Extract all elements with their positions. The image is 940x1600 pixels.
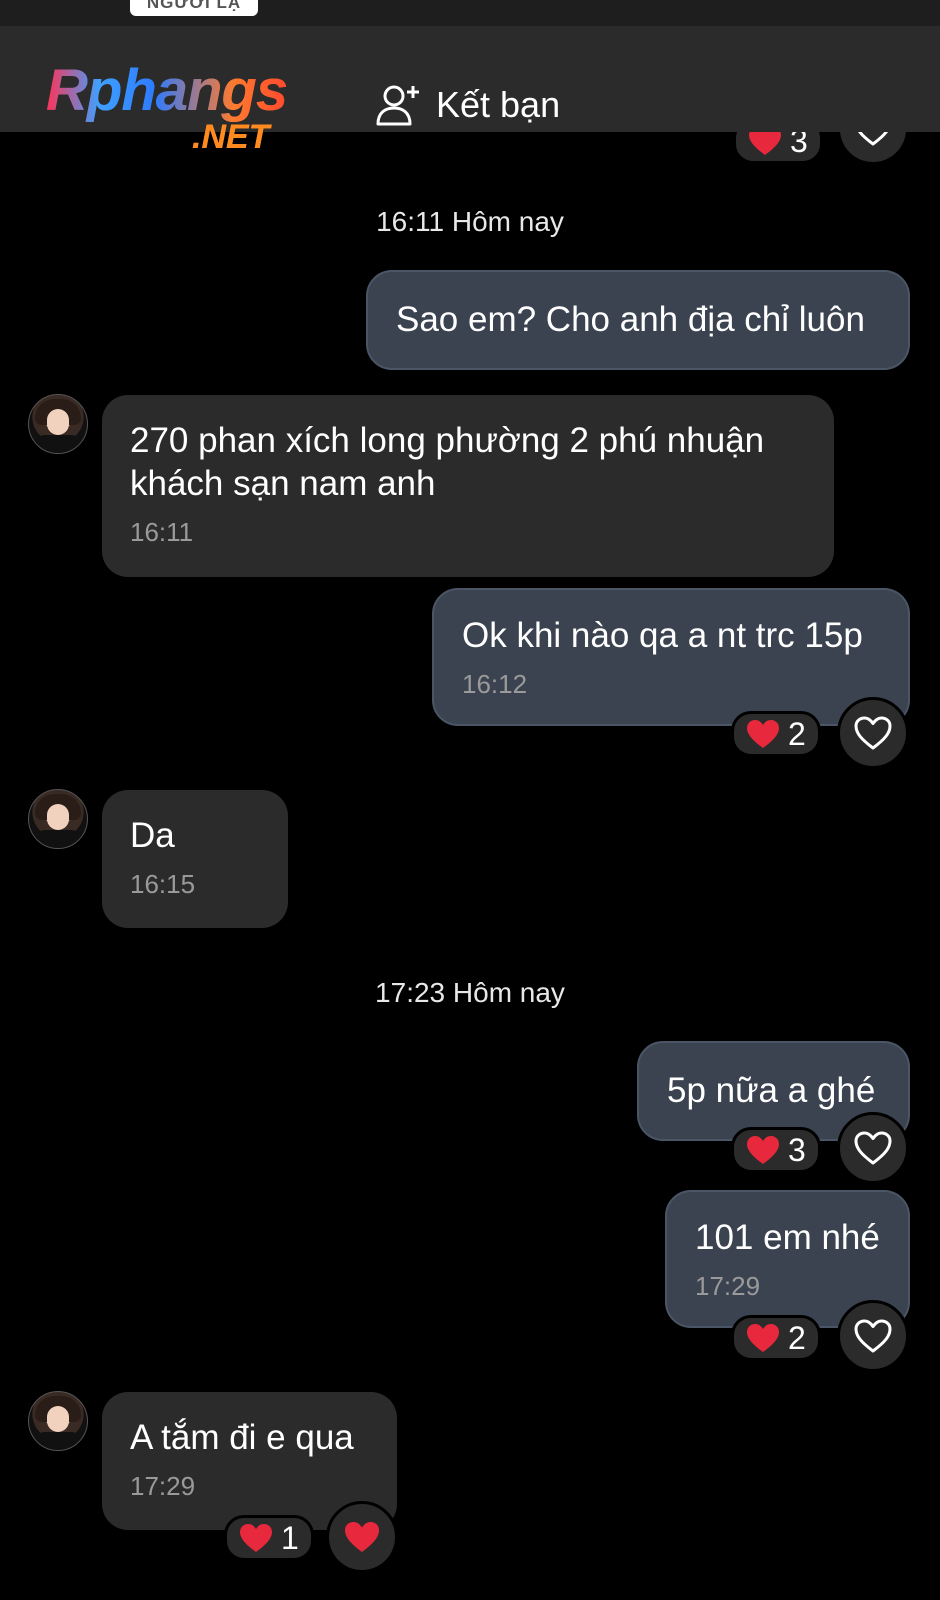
message-time: 16:12 xyxy=(462,669,528,699)
like-button[interactable] xyxy=(837,1112,909,1184)
heart-filled-icon xyxy=(747,1136,779,1164)
reaction-count: 2 xyxy=(788,1319,806,1356)
heart-outline-icon xyxy=(854,716,892,750)
reaction-badge[interactable]: 3 xyxy=(731,1127,821,1173)
message-time: 16:11 xyxy=(130,517,194,547)
watermark-logo-overlay: Rphangs .NET xyxy=(46,58,288,157)
message-text: 101 em nhé xyxy=(695,1218,880,1257)
logo-sub-text: .NET xyxy=(192,118,270,156)
message-text: A tắm đi e qua xyxy=(130,1418,354,1457)
heart-filled-icon xyxy=(747,1324,779,1352)
message-time: 17:29 xyxy=(695,1271,761,1301)
message-bubble-incoming[interactable]: 270 phan xích long phường 2 phú nhuận kh… xyxy=(102,395,834,577)
reaction-count: 3 xyxy=(788,1131,806,1168)
add-friend-button[interactable]: Kết bạn xyxy=(376,82,560,128)
date-separator: 17:23 Hôm nay xyxy=(375,977,565,1008)
message-text-line: khách sạn nam anh xyxy=(130,464,436,503)
like-button[interactable] xyxy=(837,1300,909,1372)
message-text: Ok khi nào qa a nt trc 15p xyxy=(462,616,863,655)
message-bubble-outgoing[interactable]: Ok khi nào qa a nt trc 15p 16:12 xyxy=(432,588,910,726)
logo-main-text: Rphangs xyxy=(46,58,288,123)
heart-outline-icon xyxy=(854,1319,892,1353)
message-bubble-incoming[interactable]: Da 16:15 xyxy=(102,790,288,928)
add-friend-label: Kết bạn xyxy=(436,84,561,125)
reaction-count: 2 xyxy=(788,715,806,752)
message-text-line: 270 phan xích long phường 2 phú nhuận xyxy=(130,421,765,460)
message-time: 17:29 xyxy=(130,1471,196,1501)
reaction-count: 1 xyxy=(281,1519,299,1556)
heart-filled-icon xyxy=(747,720,779,748)
like-button[interactable] xyxy=(837,697,909,769)
message-text: 5p nữa a ghé xyxy=(667,1071,876,1110)
heart-filled-icon xyxy=(345,1522,379,1552)
heart-filled-icon xyxy=(240,1524,272,1552)
message-time: 16:15 xyxy=(130,869,196,899)
message-bubble-outgoing[interactable]: Sao em? Cho anh địa chỉ luôn xyxy=(366,270,910,370)
date-separator: 16:11 Hôm nay xyxy=(376,206,564,237)
message-text: Da xyxy=(130,816,175,855)
reaction-badge[interactable]: 2 xyxy=(731,711,821,757)
like-button[interactable] xyxy=(326,1501,398,1573)
avatar[interactable] xyxy=(28,789,88,849)
person-plus-icon xyxy=(376,85,419,126)
message-text: Sao em? Cho anh địa chỉ luôn xyxy=(396,300,865,339)
heart-outline-icon xyxy=(854,1131,892,1165)
avatar[interactable] xyxy=(28,1391,88,1451)
avatar[interactable] xyxy=(28,394,88,454)
reaction-badge[interactable]: 1 xyxy=(224,1515,314,1561)
reaction-badge[interactable]: 2 xyxy=(731,1315,821,1361)
stranger-tag: NGƯỜI LẠ xyxy=(130,0,258,16)
